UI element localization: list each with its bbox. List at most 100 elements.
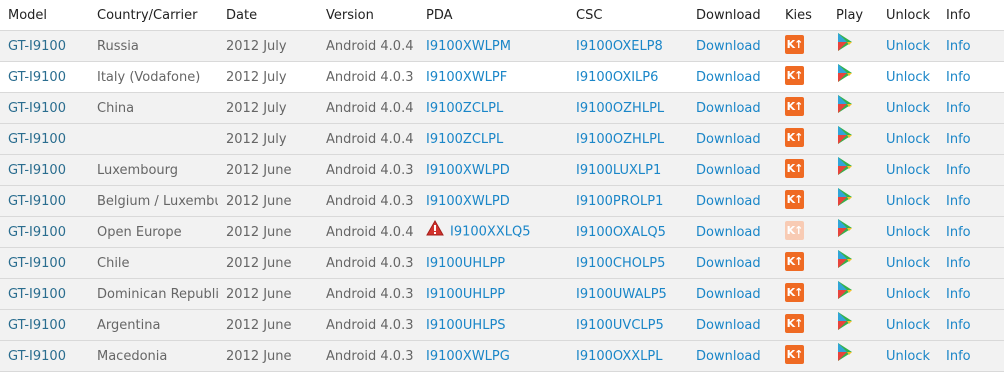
info-link[interactable]: Info: [946, 225, 971, 240]
csc-link[interactable]: I9100OXXLPL: [576, 349, 662, 364]
info-link[interactable]: Info: [946, 39, 971, 54]
play-icon[interactable]: [836, 280, 854, 304]
kies-icon[interactable]: K↑: [785, 127, 804, 147]
download-link[interactable]: Download: [696, 132, 761, 147]
csc-link[interactable]: I9100OXILP6: [576, 70, 658, 85]
play-icon[interactable]: [836, 94, 854, 118]
unlock-link[interactable]: Unlock: [886, 101, 930, 116]
pda-link[interactable]: I9100XWLPD: [426, 163, 510, 178]
csc-link[interactable]: I9100UVCLP5: [576, 318, 664, 333]
model-cell: GT-I9100: [0, 123, 89, 155]
kies-icon[interactable]: K↑: [785, 96, 804, 116]
kies-icon[interactable]: K↑: [785, 344, 804, 364]
info-link[interactable]: Info: [946, 101, 971, 116]
play-icon[interactable]: [836, 63, 854, 87]
model-cell: GT-I9100: [0, 30, 89, 62]
info-link[interactable]: Info: [946, 132, 971, 147]
kies-icon[interactable]: K↑: [785, 34, 804, 54]
download-link[interactable]: Download: [696, 349, 761, 364]
pda-link[interactable]: I9100XWLPF: [426, 70, 507, 85]
csc-link[interactable]: I9100UWALP5: [576, 287, 667, 302]
play-icon[interactable]: [836, 156, 854, 180]
download-link[interactable]: Download: [696, 163, 761, 178]
kies-cell: K↑: [777, 216, 828, 248]
pda-link[interactable]: I9100XWLPM: [426, 39, 511, 54]
play-icon[interactable]: [836, 342, 854, 366]
unlock-link[interactable]: Unlock: [886, 287, 930, 302]
unlock-link[interactable]: Unlock: [886, 349, 930, 364]
pda-link[interactable]: I9100XWLPG: [426, 349, 510, 364]
download-cell: Download: [688, 278, 777, 310]
pda-link[interactable]: I9100UHLPS: [426, 318, 506, 333]
kies-icon[interactable]: K↑: [785, 251, 804, 271]
info-cell: Info: [938, 154, 1004, 186]
pda-link[interactable]: I9100XWLPD: [426, 194, 510, 209]
pda-link[interactable]: I9100ZCLPL: [426, 101, 503, 116]
csc-link[interactable]: I9100OXELP8: [576, 39, 663, 54]
unlock-link[interactable]: Unlock: [886, 70, 930, 85]
pda-link[interactable]: I9100XXLQ5: [450, 225, 530, 240]
unlock-cell: Unlock: [878, 278, 938, 310]
csc-link[interactable]: I9100CHOLP5: [576, 256, 665, 271]
unlock-link[interactable]: Unlock: [886, 225, 930, 240]
table-row: GT-I9100 Italy (Vodafone) 2012 July Android…: [0, 61, 1004, 93]
download-link[interactable]: Download: [696, 256, 761, 271]
play-icon[interactable]: [836, 187, 854, 211]
kies-cell: K↑: [777, 123, 828, 155]
pda-cell: I9100XXLQ5: [418, 216, 568, 248]
download-link[interactable]: Download: [696, 225, 761, 240]
download-cell: Download: [688, 92, 777, 124]
play-icon[interactable]: [836, 218, 854, 242]
download-link[interactable]: Download: [696, 194, 761, 209]
csc-link[interactable]: I9100LUXLP1: [576, 163, 661, 178]
play-icon[interactable]: [836, 311, 854, 335]
pda-link[interactable]: I9100UHLPP: [426, 256, 505, 271]
play-cell: [828, 278, 878, 310]
info-link[interactable]: Info: [946, 349, 971, 364]
info-link[interactable]: Info: [946, 287, 971, 302]
version-cell: Android 4.0.4: [318, 30, 418, 62]
version-cell: Android 4.0.4: [318, 123, 418, 155]
kies-icon[interactable]: K↑: [785, 282, 804, 302]
table-row: GT-I9100 2012 July Android 4.0.4 I9100ZCLPL…: [0, 123, 1004, 155]
download-link[interactable]: Download: [696, 70, 761, 85]
table-row: GT-I9100 Luxembourg 2012 June Android 4.0.3…: [0, 154, 1004, 186]
unlock-cell: Unlock: [878, 340, 938, 372]
csc-link[interactable]: I9100OXALQ5: [576, 225, 666, 240]
play-icon[interactable]: [836, 125, 854, 149]
play-icon[interactable]: [836, 249, 854, 273]
info-link[interactable]: Info: [946, 70, 971, 85]
country-cell: [89, 123, 218, 155]
csc-cell: I9100OZHLPL: [568, 92, 688, 124]
kies-icon[interactable]: K↑: [785, 220, 804, 240]
csc-link[interactable]: I9100OZHLPL: [576, 101, 664, 116]
download-link[interactable]: Download: [696, 318, 761, 333]
csc-link[interactable]: I9100OZHLPL: [576, 132, 664, 147]
unlock-link[interactable]: Unlock: [886, 256, 930, 271]
download-link[interactable]: Download: [696, 101, 761, 116]
kies-icon[interactable]: K↑: [785, 65, 804, 85]
download-link[interactable]: Download: [696, 287, 761, 302]
kies-icon[interactable]: K↑: [785, 313, 804, 333]
download-cell: Download: [688, 123, 777, 155]
unlock-link[interactable]: Unlock: [886, 318, 930, 333]
country-cell: Russia: [89, 30, 218, 62]
pda-link[interactable]: I9100ZCLPL: [426, 132, 503, 147]
csc-cell: I9100OXALQ5: [568, 216, 688, 248]
info-link[interactable]: Info: [946, 194, 971, 209]
unlock-link[interactable]: Unlock: [886, 132, 930, 147]
country-cell: Belgium / Luxembu: [89, 185, 218, 217]
unlock-link[interactable]: Unlock: [886, 194, 930, 209]
unlock-link[interactable]: Unlock: [886, 163, 930, 178]
play-icon[interactable]: [836, 32, 854, 56]
country-cell: Chile: [89, 247, 218, 279]
info-link[interactable]: Info: [946, 163, 971, 178]
pda-link[interactable]: I9100UHLPP: [426, 287, 505, 302]
info-link[interactable]: Info: [946, 256, 971, 271]
unlock-link[interactable]: Unlock: [886, 39, 930, 54]
csc-link[interactable]: I9100PROLP1: [576, 194, 663, 209]
download-link[interactable]: Download: [696, 39, 761, 54]
info-link[interactable]: Info: [946, 318, 971, 333]
kies-icon[interactable]: K↑: [785, 189, 804, 209]
kies-icon[interactable]: K↑: [785, 158, 804, 178]
